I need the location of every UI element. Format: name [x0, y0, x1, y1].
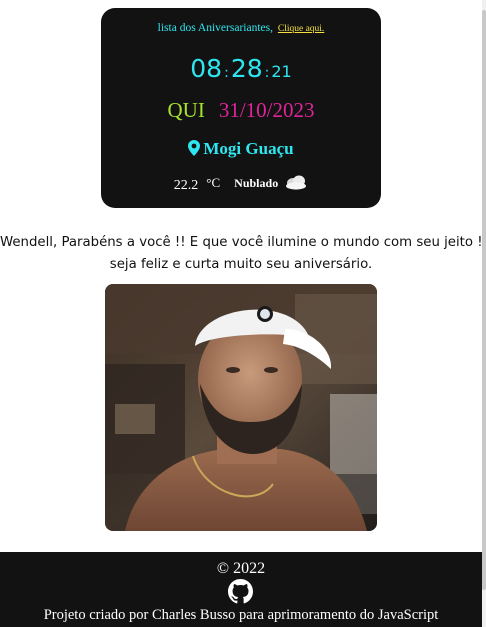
cloud-icon — [286, 175, 307, 190]
weather-condition: Nublado — [234, 176, 279, 190]
page-footer: © 2022 Projeto criado por Charles Busso … — [0, 552, 482, 627]
digital-clock: 08:28:21 — [101, 54, 381, 83]
birthday-list-line: lista dos Aniversariantes, Clique aqui. — [101, 22, 381, 34]
clock-separator: : — [224, 65, 229, 81]
clock-minutes: 28 — [230, 54, 263, 83]
clock-seconds: 21 — [271, 62, 292, 81]
city-name: Mogi Guaçu — [203, 139, 294, 158]
clock-card: lista dos Aniversariantes, Clique aqui. … — [101, 8, 381, 208]
birthday-list-text: lista dos Aniversariantes, — [157, 22, 273, 34]
copyright: © 2022 — [216, 560, 266, 577]
date-row: QUI 31/10/2023 — [101, 98, 381, 123]
birthday-photo — [105, 284, 377, 531]
message-line-1: Wendell, Parabéns a você !! E que você i… — [0, 235, 483, 250]
project-credit: Projeto criado por Charles Busso para ap… — [43, 607, 439, 623]
man-wearing-white-cap-photo — [105, 284, 377, 531]
clock-separator: : — [264, 65, 270, 81]
map-pin-icon — [188, 140, 201, 156]
current-date: 31/10/2023 — [218, 98, 315, 122]
temperature-unit: °C — [206, 175, 221, 190]
birthday-message: Wendell, Parabéns a você !! E que você i… — [0, 232, 483, 276]
message-line-2: seja feliz e curta muito seu aniversário… — [109, 257, 373, 272]
temperature-value: 22.2 — [173, 178, 199, 193]
location-row: Mogi Guaçu — [101, 139, 381, 159]
weather-row: 22.2 °C Nublado — [101, 174, 381, 194]
clock-hours: 08 — [190, 54, 223, 83]
scrollbar-thumb[interactable] — [482, 10, 486, 590]
birthday-list-link[interactable]: Clique aqui. — [278, 24, 324, 34]
github-icon[interactable] — [228, 579, 253, 604]
weekday: QUI — [167, 98, 205, 122]
